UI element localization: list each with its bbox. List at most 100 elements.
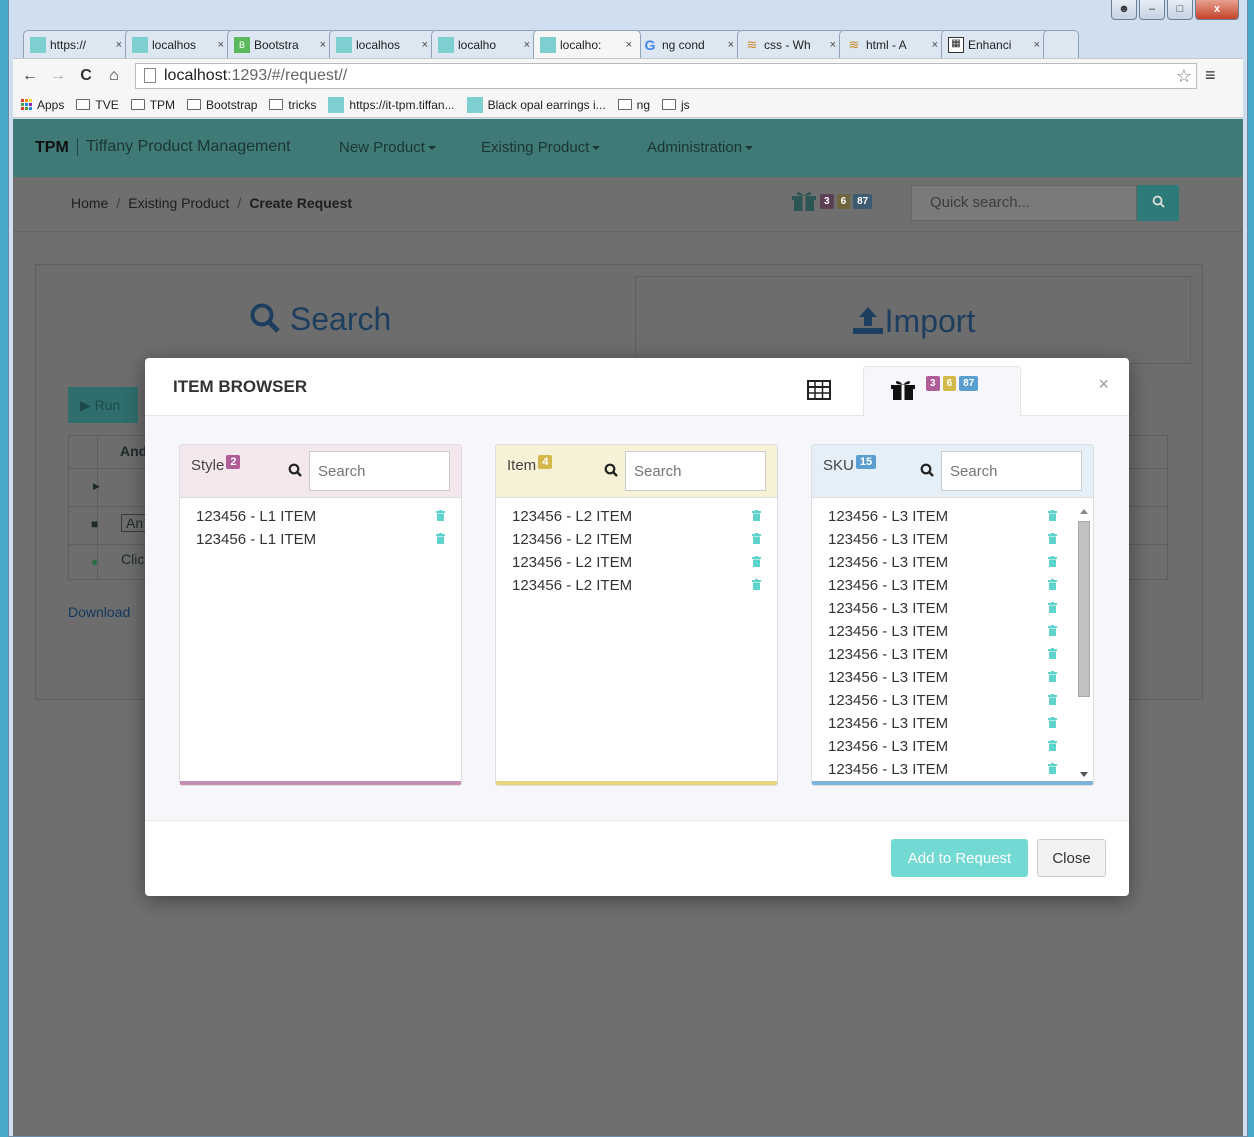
new-tab-button[interactable] (1043, 30, 1079, 58)
list-item[interactable]: 123456 - L3 ITEM (812, 735, 1093, 758)
nav-existing-product[interactable]: Existing Product (481, 139, 601, 156)
basket-tab[interactable]: 3 6 87 (863, 366, 1021, 417)
scroll-up-icon[interactable] (1080, 509, 1088, 514)
brand[interactable]: TPM (35, 139, 69, 157)
add-row-text[interactable]: Clic (121, 551, 144, 567)
bookmark-item[interactable]: TVE (76, 98, 119, 112)
list-item[interactable]: 123456 - L3 ITEM (812, 689, 1093, 712)
browser-tab[interactable]: localhos × (329, 30, 437, 58)
tab-close-icon[interactable]: × (1034, 32, 1040, 58)
tab-close-icon[interactable]: × (728, 32, 734, 58)
close-button[interactable]: Close (1037, 839, 1106, 877)
breadcrumb-existing[interactable]: Existing Product (128, 195, 229, 211)
list-item[interactable]: 123456 - L3 ITEM (812, 712, 1093, 735)
trash-icon[interactable] (1048, 579, 1057, 590)
list-item[interactable]: 123456 - L3 ITEM (812, 597, 1093, 620)
maximize-button[interactable]: □ (1167, 0, 1193, 20)
forward-icon[interactable]: → (47, 67, 69, 85)
browser-tab[interactable]: Gng cond × (635, 30, 743, 58)
trash-icon[interactable] (1048, 671, 1057, 682)
list-item[interactable]: 123456 - L3 ITEM (812, 574, 1093, 597)
trash-icon[interactable] (1048, 510, 1057, 521)
breadcrumb-home[interactable]: Home (71, 195, 108, 211)
tab-close-icon[interactable]: × (116, 32, 122, 58)
download-link[interactable]: Download (68, 604, 130, 620)
bookmark-item[interactable]: Black opal earrings i... (466, 96, 606, 113)
tab-close-icon[interactable]: × (422, 32, 428, 58)
star-icon[interactable]: ☆ (1176, 64, 1192, 88)
browser-tab[interactable]: https:// × (23, 30, 131, 58)
search-heading[interactable]: Search (249, 301, 391, 338)
browser-tab[interactable]: localhos × (125, 30, 233, 58)
run-button[interactable]: ▶ Run (68, 387, 138, 423)
list-item[interactable]: 123456 - L3 ITEM (812, 620, 1093, 643)
trash-icon[interactable] (752, 579, 761, 590)
trash-icon[interactable] (752, 556, 761, 567)
bookmark-item[interactable]: https://it-tpm.tiffan... (328, 96, 455, 113)
scroll-thumb[interactable] (1078, 521, 1090, 697)
basket-summary[interactable]: 3 6 87 (791, 190, 873, 212)
bookmark-item[interactable]: TPM (130, 98, 175, 112)
tab-close-icon[interactable]: × (524, 32, 530, 58)
list-item[interactable]: 123456 - L3 ITEM (812, 666, 1093, 689)
tab-close-icon[interactable]: × (626, 32, 632, 58)
minimize-button[interactable]: – (1139, 0, 1165, 20)
home-icon[interactable]: ⌂ (103, 67, 125, 85)
bookmark-item[interactable]: js (662, 98, 690, 112)
user-icon[interactable]: ☻ (1111, 0, 1137, 20)
list-item[interactable]: 123456 - L3 ITEM (812, 758, 1093, 781)
add-row-icon[interactable]: ● (91, 555, 98, 569)
sku-search-input[interactable] (941, 451, 1082, 491)
nav-new-product[interactable]: New Product (339, 139, 436, 156)
add-to-request-button[interactable]: Add to Request (891, 839, 1028, 877)
tab-close-icon[interactable]: × (830, 32, 836, 58)
trash-icon[interactable] (1048, 717, 1057, 728)
trash-icon[interactable] (1048, 625, 1057, 636)
item-search-input[interactable] (625, 451, 766, 491)
list-item[interactable]: 123456 - L2 ITEM (496, 528, 777, 551)
back-icon[interactable]: ← (19, 67, 41, 85)
trash-icon[interactable] (752, 533, 761, 544)
browser-tab[interactable]: ▦ Enhanci × (941, 30, 1049, 58)
list-item[interactable]: 123456 - L3 ITEM (812, 505, 1093, 528)
sku-list-scrollbar[interactable] (1077, 505, 1091, 779)
list-item[interactable]: 123456 - L2 ITEM (496, 551, 777, 574)
trash-icon[interactable]: ■ (91, 517, 98, 531)
tab-close-icon[interactable]: × (320, 32, 326, 58)
trash-icon[interactable] (1048, 740, 1057, 751)
trash-icon[interactable] (1048, 694, 1057, 705)
browser-tab[interactable]: localho: × (533, 30, 641, 58)
list-item[interactable]: 123456 - L1 ITEM (180, 505, 461, 528)
close-window-button[interactable]: x (1195, 0, 1239, 20)
quick-search-button[interactable] (1137, 185, 1179, 221)
trash-icon[interactable] (1048, 648, 1057, 659)
list-item[interactable]: 123456 - L3 ITEM (812, 551, 1093, 574)
nav-administration[interactable]: Administration (647, 139, 754, 156)
list-item[interactable]: 123456 - L2 ITEM (496, 505, 777, 528)
browser-tab[interactable]: localho × (431, 30, 539, 58)
list-item[interactable]: 123456 - L3 ITEM (812, 643, 1093, 666)
trash-icon[interactable] (436, 510, 445, 521)
list-item[interactable]: 123456 - L2 ITEM (496, 574, 777, 597)
list-item[interactable]: 123456 - L1 ITEM (180, 528, 461, 551)
browser-tab[interactable]: ≋ css - Wh × (737, 30, 845, 58)
bookmark-item[interactable]: ng (617, 98, 650, 112)
expand-row-icon[interactable]: ▶ (93, 481, 100, 492)
trash-icon[interactable] (1048, 763, 1057, 774)
bookmark-item[interactable]: tricks (269, 98, 316, 112)
import-heading[interactable]: Import (635, 276, 1191, 364)
quick-search-input[interactable]: Quick search... (911, 185, 1137, 221)
browser-tab[interactable]: ≋ html - A × (839, 30, 947, 58)
scroll-down-icon[interactable] (1080, 772, 1088, 777)
tab-close-icon[interactable]: × (932, 32, 938, 58)
trash-icon[interactable] (1048, 556, 1057, 567)
menu-icon[interactable]: ≡ (1205, 65, 1216, 86)
grid-view-tab[interactable] (807, 380, 831, 405)
style-search-input[interactable] (309, 451, 450, 491)
bookmark-item[interactable]: Bootstrap (187, 98, 257, 112)
trash-icon[interactable] (1048, 602, 1057, 613)
browser-tab[interactable]: B Bootstra × (227, 30, 335, 58)
reload-icon[interactable]: C (75, 67, 97, 85)
trash-icon[interactable] (752, 510, 761, 521)
bookmark-item[interactable]: Apps (21, 98, 64, 112)
